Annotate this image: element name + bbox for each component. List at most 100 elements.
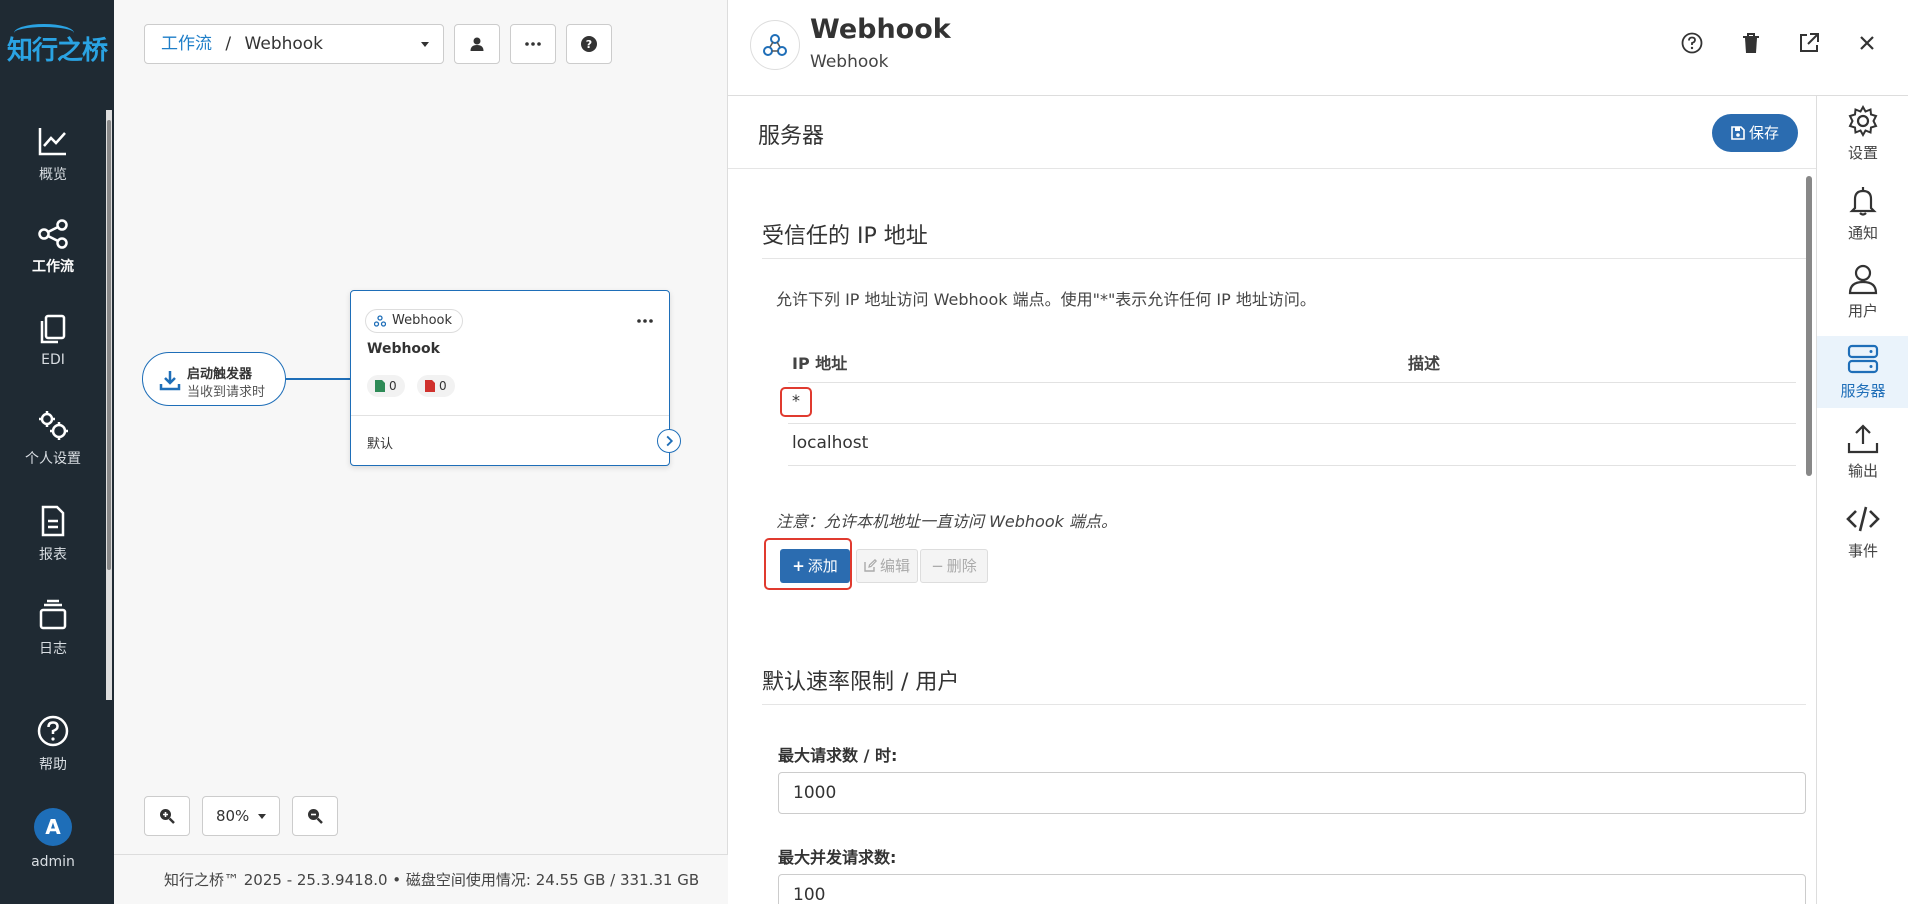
zoom-in-button[interactable] <box>144 796 190 836</box>
upload-icon <box>1847 424 1879 454</box>
column-header-description[interactable]: 描述 <box>1408 350 1440 374</box>
bell-icon <box>1849 187 1877 216</box>
panel-side-navigation: 设置 通知 用户 服务器 输出 事件 <box>1816 96 1908 904</box>
question-circle-icon <box>37 715 69 747</box>
trusted-ip-description: 允许下列 IP 地址访问 Webhook 端点。使用"*"表示允许任何 IP 地… <box>776 290 1316 309</box>
zoom-out-button[interactable] <box>292 796 338 836</box>
user-menu[interactable]: A admin <box>0 808 106 870</box>
heading-divider <box>762 704 1806 705</box>
tab-label: 用户 <box>1847 302 1878 320</box>
webhook-icon <box>750 20 800 70</box>
question-circle-icon <box>1681 32 1703 54</box>
error-count-badge: 0 <box>417 375 455 397</box>
edit-icon <box>864 558 878 572</box>
nav-item-personal-settings[interactable]: 个人设置 <box>0 408 106 468</box>
chevron-right-icon[interactable] <box>657 429 681 453</box>
breadcrumb-separator: / <box>225 34 232 54</box>
header-divider <box>728 168 1816 169</box>
delete-ip-button[interactable]: − 删除 <box>920 549 988 583</box>
question-circle-icon: ? <box>581 36 597 52</box>
user-name: admin <box>31 854 75 870</box>
trigger-title: 启动触发器 <box>187 367 253 382</box>
trusted-ip-heading: 受信任的 IP 地址 <box>762 224 928 249</box>
close-button[interactable] <box>1852 28 1882 58</box>
trigger-node[interactable]: 启动触发器 当收到请求时 <box>142 352 286 406</box>
breadcrumb[interactable]: 工作流 / Webhook <box>144 24 444 64</box>
user-button[interactable] <box>454 24 500 64</box>
save-icon <box>1731 126 1745 140</box>
left-navigation: 知行之桥 概览 工作流 EDI 个人设置 报表 日志 帮助 A admin <box>0 0 114 904</box>
workflow-canvas[interactable]: 工作流 / Webhook ? 启动触发器 当收到请求时 Webhook Web… <box>114 0 728 904</box>
table-row-ip[interactable]: localhost <box>792 433 868 453</box>
tab-label: 事件 <box>1847 542 1878 560</box>
workflow-icon <box>38 219 68 249</box>
max-concurrent-input[interactable]: 100 <box>778 874 1806 904</box>
node-tag-label: Webhook <box>392 313 453 328</box>
nav-item-help[interactable]: 帮助 <box>0 714 106 774</box>
section-title: 服务器 <box>758 124 825 149</box>
gears-icon <box>39 411 68 440</box>
nav-item-edi[interactable]: EDI <box>0 312 106 368</box>
trigger-subtitle: 当收到请求时 <box>187 385 266 400</box>
zoom-out-icon <box>308 809 323 824</box>
status-footer: 知行之桥™ 2025 - 25.3.9418.0 • 磁盘空间使用情况: 24.… <box>114 854 728 904</box>
nav-item-logs[interactable]: 日志 <box>0 598 106 658</box>
svg-text:?: ? <box>586 38 592 51</box>
copy-document-icon <box>40 314 66 344</box>
node-type-tag: Webhook <box>365 309 464 333</box>
breadcrumb-root-link[interactable]: 工作流 <box>161 34 212 54</box>
gear-icon <box>1848 104 1878 138</box>
max-concurrent-label: 最大并发请求数: <box>778 848 897 867</box>
tab-label: 输出 <box>1847 462 1878 480</box>
nav-item-reports[interactable]: 报表 <box>0 504 106 564</box>
zoom-level-dropdown[interactable]: 80% <box>202 796 280 836</box>
tab-events[interactable]: 事件 <box>1817 502 1908 566</box>
trash-icon <box>1743 33 1759 53</box>
node-menu-icon[interactable] <box>637 319 653 323</box>
content-scrollbar[interactable] <box>1806 176 1812 476</box>
add-ip-button[interactable]: + 添加 <box>780 549 850 583</box>
user-icon <box>470 37 484 51</box>
report-file-icon <box>41 505 65 537</box>
success-count-badge: 0 <box>367 375 405 397</box>
tab-settings[interactable]: 设置 <box>1817 104 1908 168</box>
tab-output[interactable]: 输出 <box>1817 422 1908 486</box>
nav-item-label: 工作流 <box>32 259 74 275</box>
max-requests-input[interactable]: 1000 <box>778 772 1806 814</box>
chevron-down-icon <box>421 42 429 47</box>
node-divider <box>351 415 669 416</box>
zoom-level: 80% <box>215 807 250 825</box>
brand-logo: 知行之桥 <box>6 36 108 66</box>
tab-server[interactable]: 服务器 <box>1817 336 1908 408</box>
tab-notifications[interactable]: 通知 <box>1817 184 1908 248</box>
table-row-ip[interactable]: * <box>792 391 800 410</box>
panel-subtitle: Webhook <box>810 52 889 72</box>
code-icon <box>1846 506 1880 532</box>
table-row-divider <box>788 465 1796 466</box>
panel-content: 服务器 保存 受信任的 IP 地址 允许下列 IP 地址访问 Webhook 端… <box>728 96 1816 904</box>
open-external-button[interactable] <box>1794 28 1824 58</box>
delete-button[interactable] <box>1736 28 1766 58</box>
webhook-node[interactable]: Webhook Webhook 0 0 默认 <box>350 290 681 466</box>
external-link-icon <box>1800 33 1819 52</box>
nav-item-overview[interactable]: 概览 <box>0 124 106 184</box>
max-requests-label: 最大请求数 / 时: <box>778 746 898 765</box>
more-options-button[interactable] <box>510 24 556 64</box>
file-success-icon <box>375 380 385 392</box>
save-button[interactable]: 保存 <box>1712 114 1798 152</box>
column-header-ip[interactable]: IP 地址 <box>792 350 847 374</box>
connector-line <box>286 378 350 380</box>
delete-button-label: 删除 <box>946 557 977 575</box>
panel-header: Webhook Webhook <box>728 0 1908 96</box>
chart-line-icon <box>38 128 66 156</box>
help-button[interactable]: ? <box>566 24 612 64</box>
plus-icon: + <box>792 557 805 575</box>
nav-item-workflow[interactable]: 工作流 <box>0 216 106 276</box>
add-button-label: 添加 <box>807 557 838 575</box>
help-button[interactable] <box>1677 28 1707 58</box>
tab-users[interactable]: 用户 <box>1817 262 1908 326</box>
success-count: 0 <box>389 379 397 393</box>
edit-ip-button[interactable]: 编辑 <box>856 549 918 583</box>
nav-scrollbar-thumb[interactable] <box>107 120 111 570</box>
edit-button-label: 编辑 <box>879 557 910 575</box>
